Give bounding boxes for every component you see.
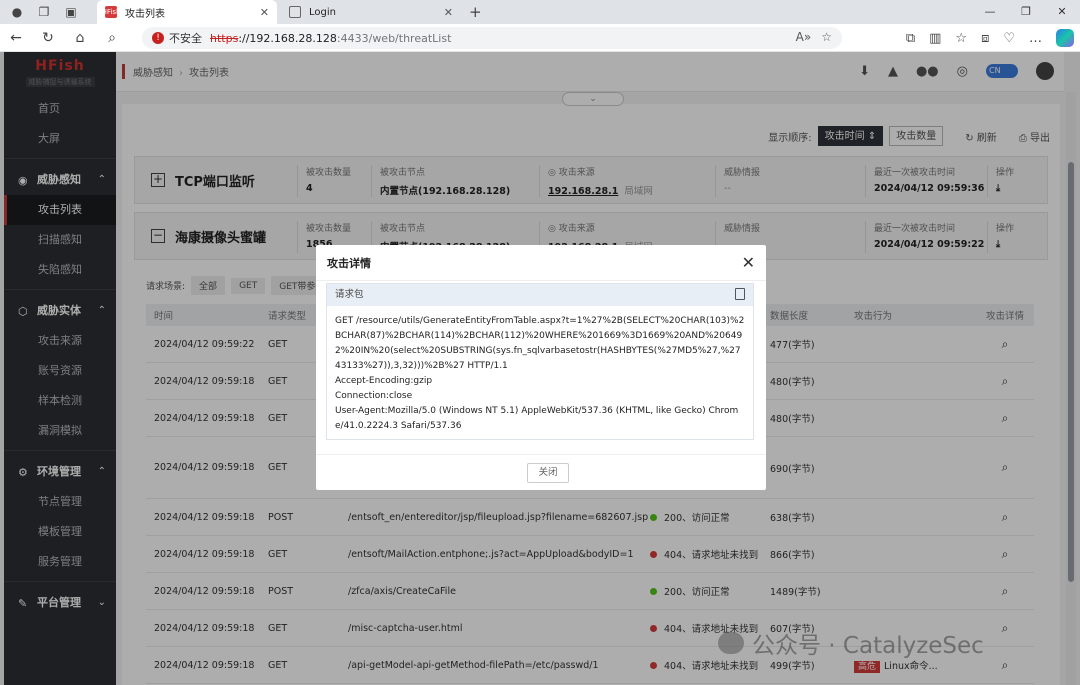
copilot-icon[interactable] [1056, 29, 1074, 47]
reload-icon[interactable]: ↻ [32, 30, 64, 46]
extensions-icon[interactable]: ⧉ [906, 31, 915, 46]
request-packet-content: GET /resource/utils/GenerateEntityFromTa… [327, 306, 753, 442]
request-packet-header: 请求包 [327, 284, 753, 306]
split-screen-icon[interactable]: ▥ [929, 31, 941, 46]
close-button[interactable]: 关闭 [527, 463, 569, 483]
minimize-icon[interactable]: — [972, 0, 1008, 24]
request-header-line: Accept-Encoding:gzip [335, 376, 433, 386]
modal-title: 攻击详情 [316, 245, 766, 281]
page-icon [289, 6, 301, 18]
url-actions: A» ☆ [796, 30, 832, 44]
tab-actions-icon[interactable]: ▣ [61, 2, 81, 22]
window-controls: — ❐ ✕ [972, 0, 1080, 24]
profile-icon[interactable]: ● [7, 2, 27, 22]
close-icon[interactable]: ✕ [742, 253, 755, 272]
restore-icon[interactable]: ❐ [1008, 0, 1044, 24]
back-icon[interactable]: ← [0, 30, 32, 46]
close-tab-icon[interactable]: ✕ [444, 6, 453, 19]
browser-toolbar: ⧉ ▥ ☆ ⧈ ♡ … [906, 24, 1074, 52]
close-window-icon[interactable]: ✕ [1044, 0, 1080, 24]
browser-tab-threatlist[interactable]: HFish 攻击列表 ✕ [97, 0, 277, 24]
url-host: ://192.168.28.128 [238, 31, 337, 45]
favorite-star-icon[interactable]: ☆ [821, 30, 832, 44]
collections-icon[interactable]: ⧈ [981, 31, 989, 46]
url-path: :4433/web/threatList [336, 31, 452, 45]
wechat-logo-icon [718, 632, 744, 654]
copy-icon[interactable] [735, 288, 745, 300]
attack-detail-modal: 攻击详情 ✕ 请求包 GET /resource/utils/GenerateE… [316, 245, 766, 490]
request-header-line: User-Agent:Mozilla/5.0 (Windows NT 5.1) … [335, 406, 739, 431]
url-scheme: https [210, 31, 239, 45]
watermark: 公众号 · CatalyzeSec [718, 626, 984, 660]
address-bar: ← ↻ ⌂ ⌕ ! 不安全 https ://192.168.28.128 :4… [0, 24, 1080, 52]
search-icon[interactable]: ⌕ [96, 30, 128, 46]
browser-tab-login[interactable]: Login ✕ [281, 0, 461, 24]
more-menu-icon[interactable]: … [1029, 31, 1042, 46]
browser-tabbar: ● ❐ ▣ HFish 攻击列表 ✕ Login ✕ + — ❐ ✕ [0, 0, 1080, 24]
new-tab-icon[interactable]: + [469, 3, 482, 21]
section-label: 请求包 [335, 289, 364, 300]
watermark-text: 公众号 · CatalyzeSec [752, 633, 984, 659]
workspaces-icon[interactable]: ❐ [34, 2, 54, 22]
not-secure-label: 不安全 [169, 32, 202, 45]
url-field[interactable]: ! 不安全 https ://192.168.28.128 :4433/web/… [142, 27, 842, 49]
favorites-icon[interactable]: ☆ [955, 31, 967, 46]
tab-title: 攻击列表 [125, 8, 165, 20]
hfish-favicon: HFish [101, 6, 121, 18]
close-tab-icon[interactable]: ✕ [260, 6, 269, 19]
tab-title: Login [309, 6, 336, 18]
request-packet-panel: 请求包 GET /resource/utils/GenerateEntityFr… [326, 283, 754, 440]
performance-icon[interactable]: ♡ [1003, 31, 1015, 46]
divider [316, 454, 766, 455]
read-aloud-icon[interactable]: A» [796, 30, 812, 44]
request-line: GET /resource/utils/GenerateEntityFromTa… [335, 316, 745, 371]
not-secure-icon: ! [152, 32, 164, 44]
home-icon[interactable]: ⌂ [64, 30, 96, 46]
request-header-line: Connection:close [335, 391, 413, 401]
